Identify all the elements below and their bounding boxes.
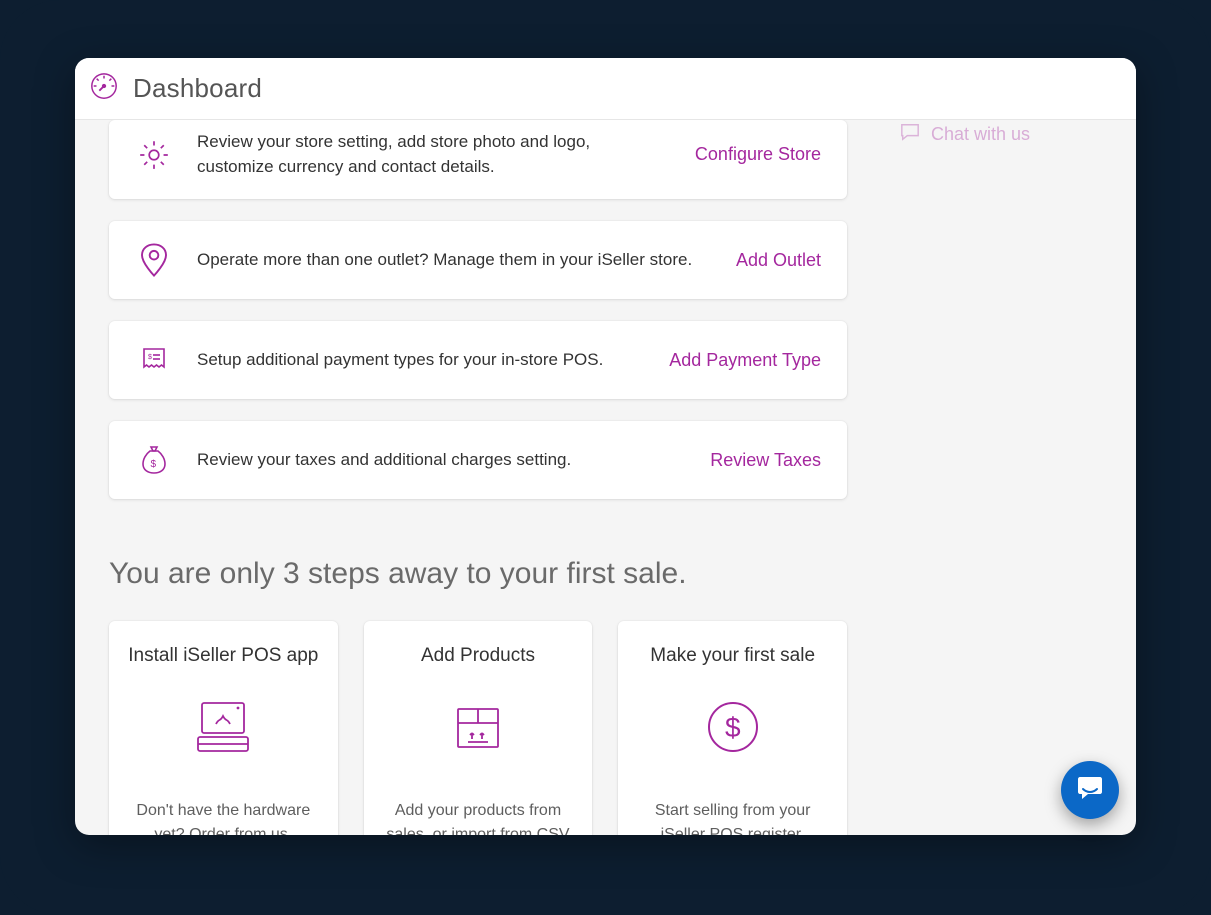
review-taxes-link[interactable]: Review Taxes (710, 450, 821, 471)
main-area: Review your store setting, add store pho… (75, 120, 881, 835)
pos-device-icon (191, 695, 255, 759)
dollar-circle-icon: $ (701, 695, 765, 759)
setup-card-configure-store: Review your store setting, add store pho… (109, 120, 847, 199)
step-title: Install iSeller POS app (128, 645, 318, 667)
right-panel: Chat with us (881, 120, 1136, 835)
device-frame: Dashboard Review your store setting, add… (0, 0, 1211, 915)
setup-card-review-taxes: $ Review your taxes and additional charg… (109, 421, 847, 499)
chat-with-us-label: Chat with us (931, 124, 1030, 145)
package-box-icon (446, 695, 510, 759)
chat-with-us-link[interactable]: Chat with us (881, 122, 1136, 147)
add-payment-type-link[interactable]: Add Payment Type (669, 350, 821, 371)
step-desc: Don't have the hardware yet? Order from … (127, 799, 320, 835)
setup-card-desc: Operate more than one outlet? Manage the… (197, 248, 712, 273)
intercom-chat-fab[interactable] (1061, 761, 1119, 819)
chat-fab-icon (1075, 774, 1105, 807)
step-title: Make your first sale (650, 645, 815, 667)
step-card-install-app[interactable]: Install iSeller POS app Don't have the h… (109, 621, 338, 835)
step-title: Add Products (421, 645, 535, 667)
receipt-icon: $ (135, 341, 173, 379)
money-bag-icon: $ (135, 441, 173, 479)
setup-card-desc: Setup additional payment types for your … (197, 348, 645, 373)
setup-card-add-payment-type: $ Setup additional payment types for you… (109, 321, 847, 399)
pin-icon (135, 241, 173, 279)
svg-text:$: $ (148, 354, 152, 361)
setup-card-desc: Review your taxes and additional charges… (197, 448, 686, 473)
dashboard-icon (89, 71, 119, 106)
step-card-add-products[interactable]: Add Products Add your products (364, 621, 593, 835)
step-desc: Start selling from your iSeller POS regi… (636, 799, 829, 835)
gear-icon (135, 136, 173, 174)
setup-cards-stack: Review your store setting, add store pho… (109, 120, 847, 499)
step-card-first-sale[interactable]: Make your first sale $ Start selling fro… (618, 621, 847, 835)
chat-bubble-icon (899, 122, 921, 147)
steps-grid: Install iSeller POS app Don't have the h… (109, 621, 847, 835)
topbar: Dashboard (75, 58, 1136, 120)
configure-store-link[interactable]: Configure Store (695, 144, 821, 165)
svg-text:$: $ (725, 712, 741, 743)
add-outlet-link[interactable]: Add Outlet (736, 250, 821, 271)
svg-text:$: $ (151, 459, 157, 470)
setup-card-desc: Review your store setting, add store pho… (197, 130, 671, 179)
steps-section-title: You are only 3 steps away to your first … (109, 557, 847, 591)
step-desc: Add your products from sales, or import … (382, 799, 575, 835)
app-window: Dashboard Review your store setting, add… (75, 58, 1136, 835)
page-title: Dashboard (133, 73, 262, 104)
content-row: Review your store setting, add store pho… (75, 120, 1136, 835)
setup-card-add-outlet: Operate more than one outlet? Manage the… (109, 221, 847, 299)
